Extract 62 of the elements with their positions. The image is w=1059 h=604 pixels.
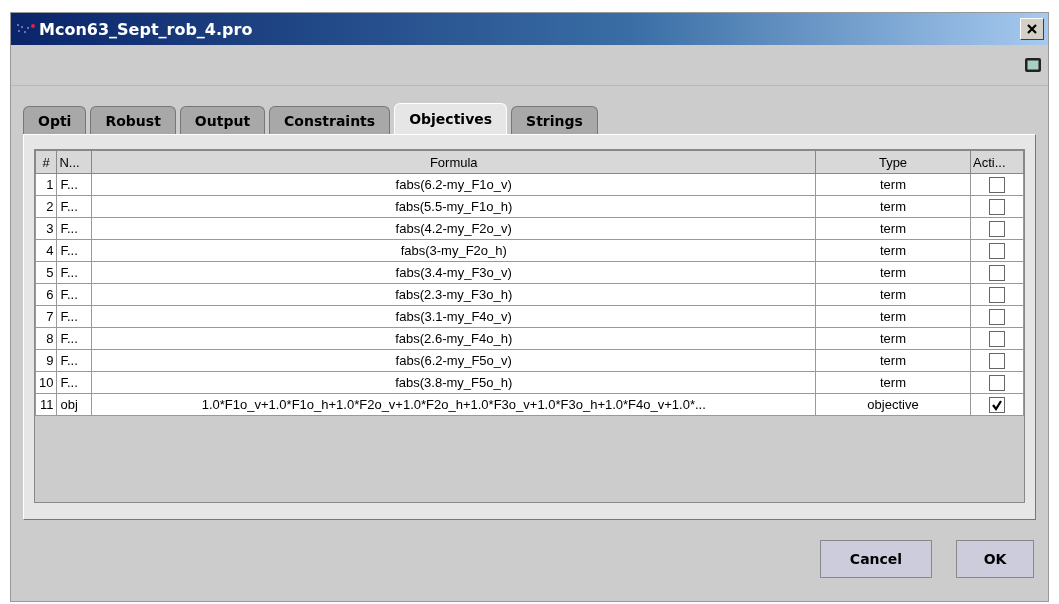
table-cell: term (815, 239, 971, 262)
checkbox[interactable] (989, 264, 1005, 281)
table-cell: 2 (35, 195, 57, 218)
table-cell: 9 (35, 349, 57, 372)
cancel-button[interactable]: Cancel (820, 540, 932, 578)
checkbox[interactable] (989, 198, 1005, 215)
table-cell: 5 (35, 261, 57, 284)
table-cell: 1.0*F1o_v+1.0*F1o_h+1.0*F2o_v+1.0*F2o_h+1.0*F3o_v+1.0*F3o_h+1.0*F4o_v+1.0*... (91, 393, 816, 416)
checkbox[interactable] (989, 308, 1005, 325)
window-title: Mcon63_Sept_rob_4.pro (39, 19, 254, 39)
table-cell: term (815, 327, 971, 350)
tab[interactable]: Constraints (269, 106, 391, 134)
table-cell: term (815, 349, 971, 372)
table-cell: 11 (35, 393, 57, 416)
checkbox[interactable] (989, 330, 1005, 347)
table-cell: fabs(3.8-my_F5o_h) (91, 371, 816, 394)
window-icon[interactable] (1024, 57, 1042, 73)
table-cell: 8 (35, 327, 57, 350)
close-icon (1026, 23, 1038, 35)
table-cell: term (815, 371, 971, 394)
table-cell: fabs(3-my_F2o_h) (91, 239, 816, 262)
dots-icon (15, 22, 37, 36)
table-cell: term (815, 195, 971, 218)
column-header[interactable]: # (35, 150, 57, 174)
column-header[interactable]: Type (815, 150, 971, 174)
ok-button[interactable]: OK (956, 540, 1034, 578)
table-cell: fabs(3.4-my_F3o_v) (91, 261, 816, 284)
table-cell: term (815, 261, 971, 284)
checkbox[interactable] (989, 286, 1005, 303)
tab[interactable]: Objectives (394, 103, 508, 134)
checkbox[interactable] (989, 242, 1005, 259)
close-button[interactable] (1020, 18, 1044, 40)
tab[interactable]: Output (179, 106, 266, 134)
checkbox[interactable] (989, 220, 1005, 237)
table-cell: objective (815, 393, 971, 416)
table-cell: fabs(2.3-my_F3o_h) (91, 283, 816, 306)
checkbox[interactable] (989, 374, 1005, 391)
table-cell: 1 (35, 173, 57, 196)
table-cell: fabs(3.1-my_F4o_v) (91, 305, 816, 328)
table-cell: term (815, 217, 971, 240)
column-header[interactable]: N... (56, 150, 92, 174)
column-header[interactable]: Acti... (970, 150, 1024, 174)
table-cell: fabs(6.2-my_F5o_v) (91, 349, 816, 372)
tab[interactable]: Opti (23, 106, 87, 134)
table-cell: 6 (35, 283, 57, 306)
tab[interactable]: Strings (511, 106, 598, 134)
table-cell: term (815, 173, 971, 196)
table-cell: fabs(5.5-my_F1o_h) (91, 195, 816, 218)
table-cell: fabs(4.2-my_F2o_v) (91, 217, 816, 240)
table-cell: 4 (35, 239, 57, 262)
table-cell: fabs(6.2-my_F1o_v) (91, 173, 816, 196)
table-cell: fabs(2.6-my_F4o_h) (91, 327, 816, 350)
checkbox[interactable] (989, 352, 1005, 369)
table-cell: term (815, 305, 971, 328)
table-cell: 7 (35, 305, 57, 328)
tab[interactable]: Robust (90, 106, 176, 134)
table-cell: 3 (35, 217, 57, 240)
checkbox[interactable] (989, 396, 1005, 413)
checkbox[interactable] (989, 176, 1005, 193)
table-cell: term (815, 283, 971, 306)
table-cell: 10 (35, 371, 57, 394)
column-header[interactable]: Formula (91, 150, 816, 174)
